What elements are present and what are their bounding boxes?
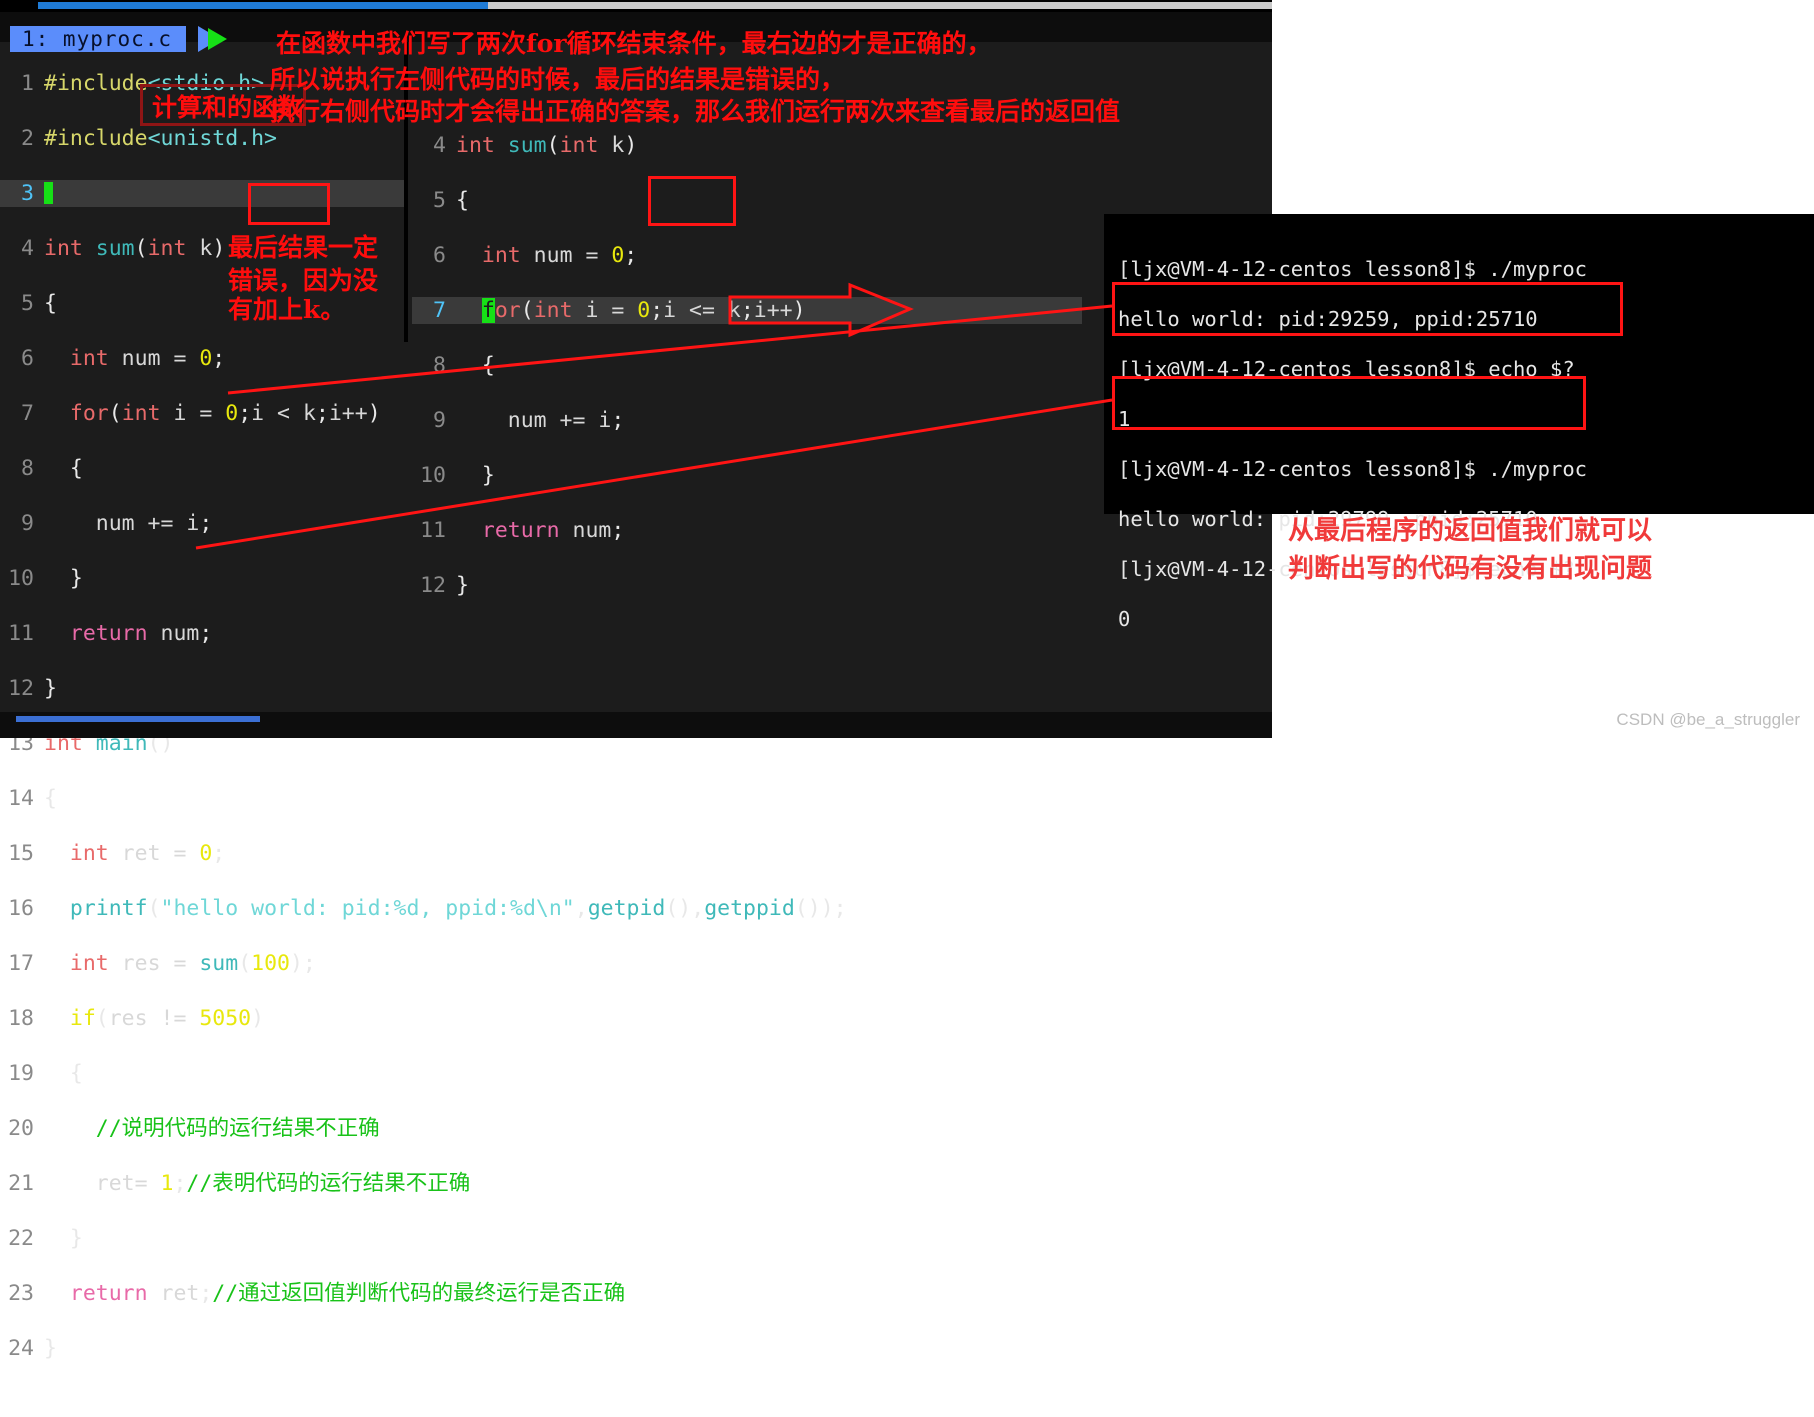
line-number: 5 bbox=[433, 187, 446, 213]
line-number: 17 bbox=[8, 950, 34, 976]
code-line: 21 ret= 1;//表明代码的运行结果不正确 bbox=[0, 1170, 470, 1198]
code-line: 6 int num = 0; bbox=[0, 345, 404, 373]
code-pane-right[interactable]: 4 int sum(int k) 5{ 6 int num = 0; 7 for(… bbox=[412, 104, 1082, 654]
code-comment: //通过返回值判断代码的最终运行是否正确 bbox=[212, 1280, 626, 1306]
line-number: 4 bbox=[21, 235, 34, 261]
terminal-top-strip bbox=[1104, 214, 1814, 228]
code-line: 8 { bbox=[412, 352, 1082, 380]
terminal-line: [ljx@VM-4-12-centos lesson8]$ ./myproc bbox=[1118, 457, 1587, 481]
code-comment: //表明代码的运行结果不正确 bbox=[186, 1170, 471, 1196]
line-number: 6 bbox=[433, 242, 446, 268]
code-line: 23 return ret;//通过返回值判断代码的最终运行是否正确 bbox=[0, 1280, 625, 1308]
annotation-top-line-3: 执行右侧代码时才会得出正确的答案，那么我们运行两次来查看最后的返回值 bbox=[270, 97, 1121, 126]
code-line: 11 return num; bbox=[412, 517, 1082, 545]
code-line: 18 if(res != 5050) bbox=[0, 1005, 404, 1033]
vim-status-bar bbox=[0, 712, 1272, 738]
line-number: 4 bbox=[433, 132, 446, 158]
line-number: 14 bbox=[8, 785, 34, 811]
line-number: 19 bbox=[8, 1060, 34, 1086]
annotation-top-line-1: 在函数中我们写了两次for循环结束条件，最右边的才是正确的， bbox=[276, 29, 992, 58]
highlight-box-echo-result-1 bbox=[1112, 282, 1623, 336]
code-line: 11 return num; bbox=[0, 620, 404, 648]
line-number: 12 bbox=[8, 675, 34, 701]
line-number: 1 bbox=[21, 70, 34, 96]
code-line: 4 int sum(int k) bbox=[412, 132, 1082, 160]
line-number: 9 bbox=[433, 407, 446, 433]
code-line: 9 num += i; bbox=[0, 510, 404, 538]
code-line: 9 num += i; bbox=[412, 407, 1082, 435]
code-line: 16 printf("hello world: pid:%d, ppid:%d\… bbox=[0, 895, 846, 923]
code-line: 12} bbox=[0, 675, 404, 703]
annotation-mid-line-1: 最后结果一定 bbox=[228, 233, 379, 262]
line-number: 8 bbox=[21, 455, 34, 481]
line-number: 6 bbox=[21, 345, 34, 371]
line-number: 21 bbox=[8, 1170, 34, 1196]
line-number: 10 bbox=[8, 565, 34, 591]
code-line: 17 int res = sum(100); bbox=[0, 950, 404, 978]
watermark: CSDN @be_a_struggler bbox=[1616, 710, 1800, 729]
line-number: 22 bbox=[8, 1225, 34, 1251]
window-titlebar bbox=[0, 0, 1272, 12]
titlebar-active-segment bbox=[38, 2, 488, 9]
status-bar-segment bbox=[16, 716, 260, 722]
line-number: 10 bbox=[420, 462, 446, 488]
annotation-sum-function-label: 计算和的函数 bbox=[152, 93, 303, 122]
code-line: 12} bbox=[412, 572, 1082, 600]
code-line: 19 { bbox=[0, 1060, 404, 1088]
line-number: 12 bbox=[420, 572, 446, 598]
terminal-line: [ljx@VM-4-12-centos lesson8]$ ./myproc bbox=[1118, 257, 1587, 281]
line-number: 20 bbox=[8, 1115, 34, 1141]
highlight-box-left-loop-condition bbox=[248, 183, 330, 225]
line-number: 5 bbox=[21, 290, 34, 316]
terminal-output[interactable]: [ljx@VM-4-12-centos lesson8]$ ./myproc h… bbox=[1104, 228, 1814, 631]
line-number: 3 bbox=[21, 180, 34, 206]
code-line: 24} bbox=[0, 1335, 404, 1363]
code-line: 22 } bbox=[0, 1225, 404, 1253]
highlight-box-right-loop-condition bbox=[648, 176, 736, 226]
line-number: 8 bbox=[433, 352, 446, 378]
terminal-line: 0 bbox=[1118, 607, 1131, 631]
code-line: 7 for(int i = 0;i < k;i++) bbox=[0, 400, 404, 428]
annotation-bottom-line-2: 判断出写的代码有没有出现问题 bbox=[1288, 554, 1653, 584]
code-line: 8 { bbox=[0, 455, 404, 483]
code-line: 10 } bbox=[412, 462, 1082, 490]
code-line: 10 } bbox=[0, 565, 404, 593]
line-number: 11 bbox=[420, 517, 446, 543]
line-number: 15 bbox=[8, 840, 34, 866]
hollow-arrow-icon bbox=[728, 282, 914, 338]
cursor-block: f bbox=[481, 297, 495, 323]
code-line: 5{ bbox=[412, 187, 1082, 215]
annotation-top-line-2: 所以说执行左侧代码的时候，最后的结果是错误的， bbox=[270, 65, 846, 94]
code-line: 6 int num = 0; bbox=[412, 242, 1082, 270]
cursor-block bbox=[44, 181, 53, 204]
annotation-mid-line-3: 有加上k。 bbox=[228, 295, 346, 324]
line-number: 7 bbox=[433, 297, 446, 323]
line-number: 9 bbox=[21, 510, 34, 536]
line-number: 11 bbox=[8, 620, 34, 646]
code-line: 14{ bbox=[0, 785, 404, 813]
line-number: 2 bbox=[21, 125, 34, 151]
line-number: 23 bbox=[8, 1280, 34, 1306]
code-line: 20 //说明代码的运行结果不正确 bbox=[0, 1115, 404, 1143]
titlebar-inactive-segment bbox=[488, 2, 1272, 9]
code-line-current: 3 bbox=[0, 179, 404, 207]
highlight-box-echo-result-0 bbox=[1112, 376, 1586, 430]
code-comment: //说明代码的运行结果不正确 bbox=[44, 1115, 380, 1141]
line-number: 7 bbox=[21, 400, 34, 426]
line-number: 24 bbox=[8, 1335, 34, 1361]
annotation-bottom-line-1: 从最后程序的返回值我们就可以 bbox=[1288, 516, 1653, 546]
line-number: 18 bbox=[8, 1005, 34, 1031]
code-line: 2 #include<unistd.h> bbox=[0, 125, 404, 153]
code-line: 15 int ret = 0; bbox=[0, 840, 404, 868]
line-number: 16 bbox=[8, 895, 34, 921]
